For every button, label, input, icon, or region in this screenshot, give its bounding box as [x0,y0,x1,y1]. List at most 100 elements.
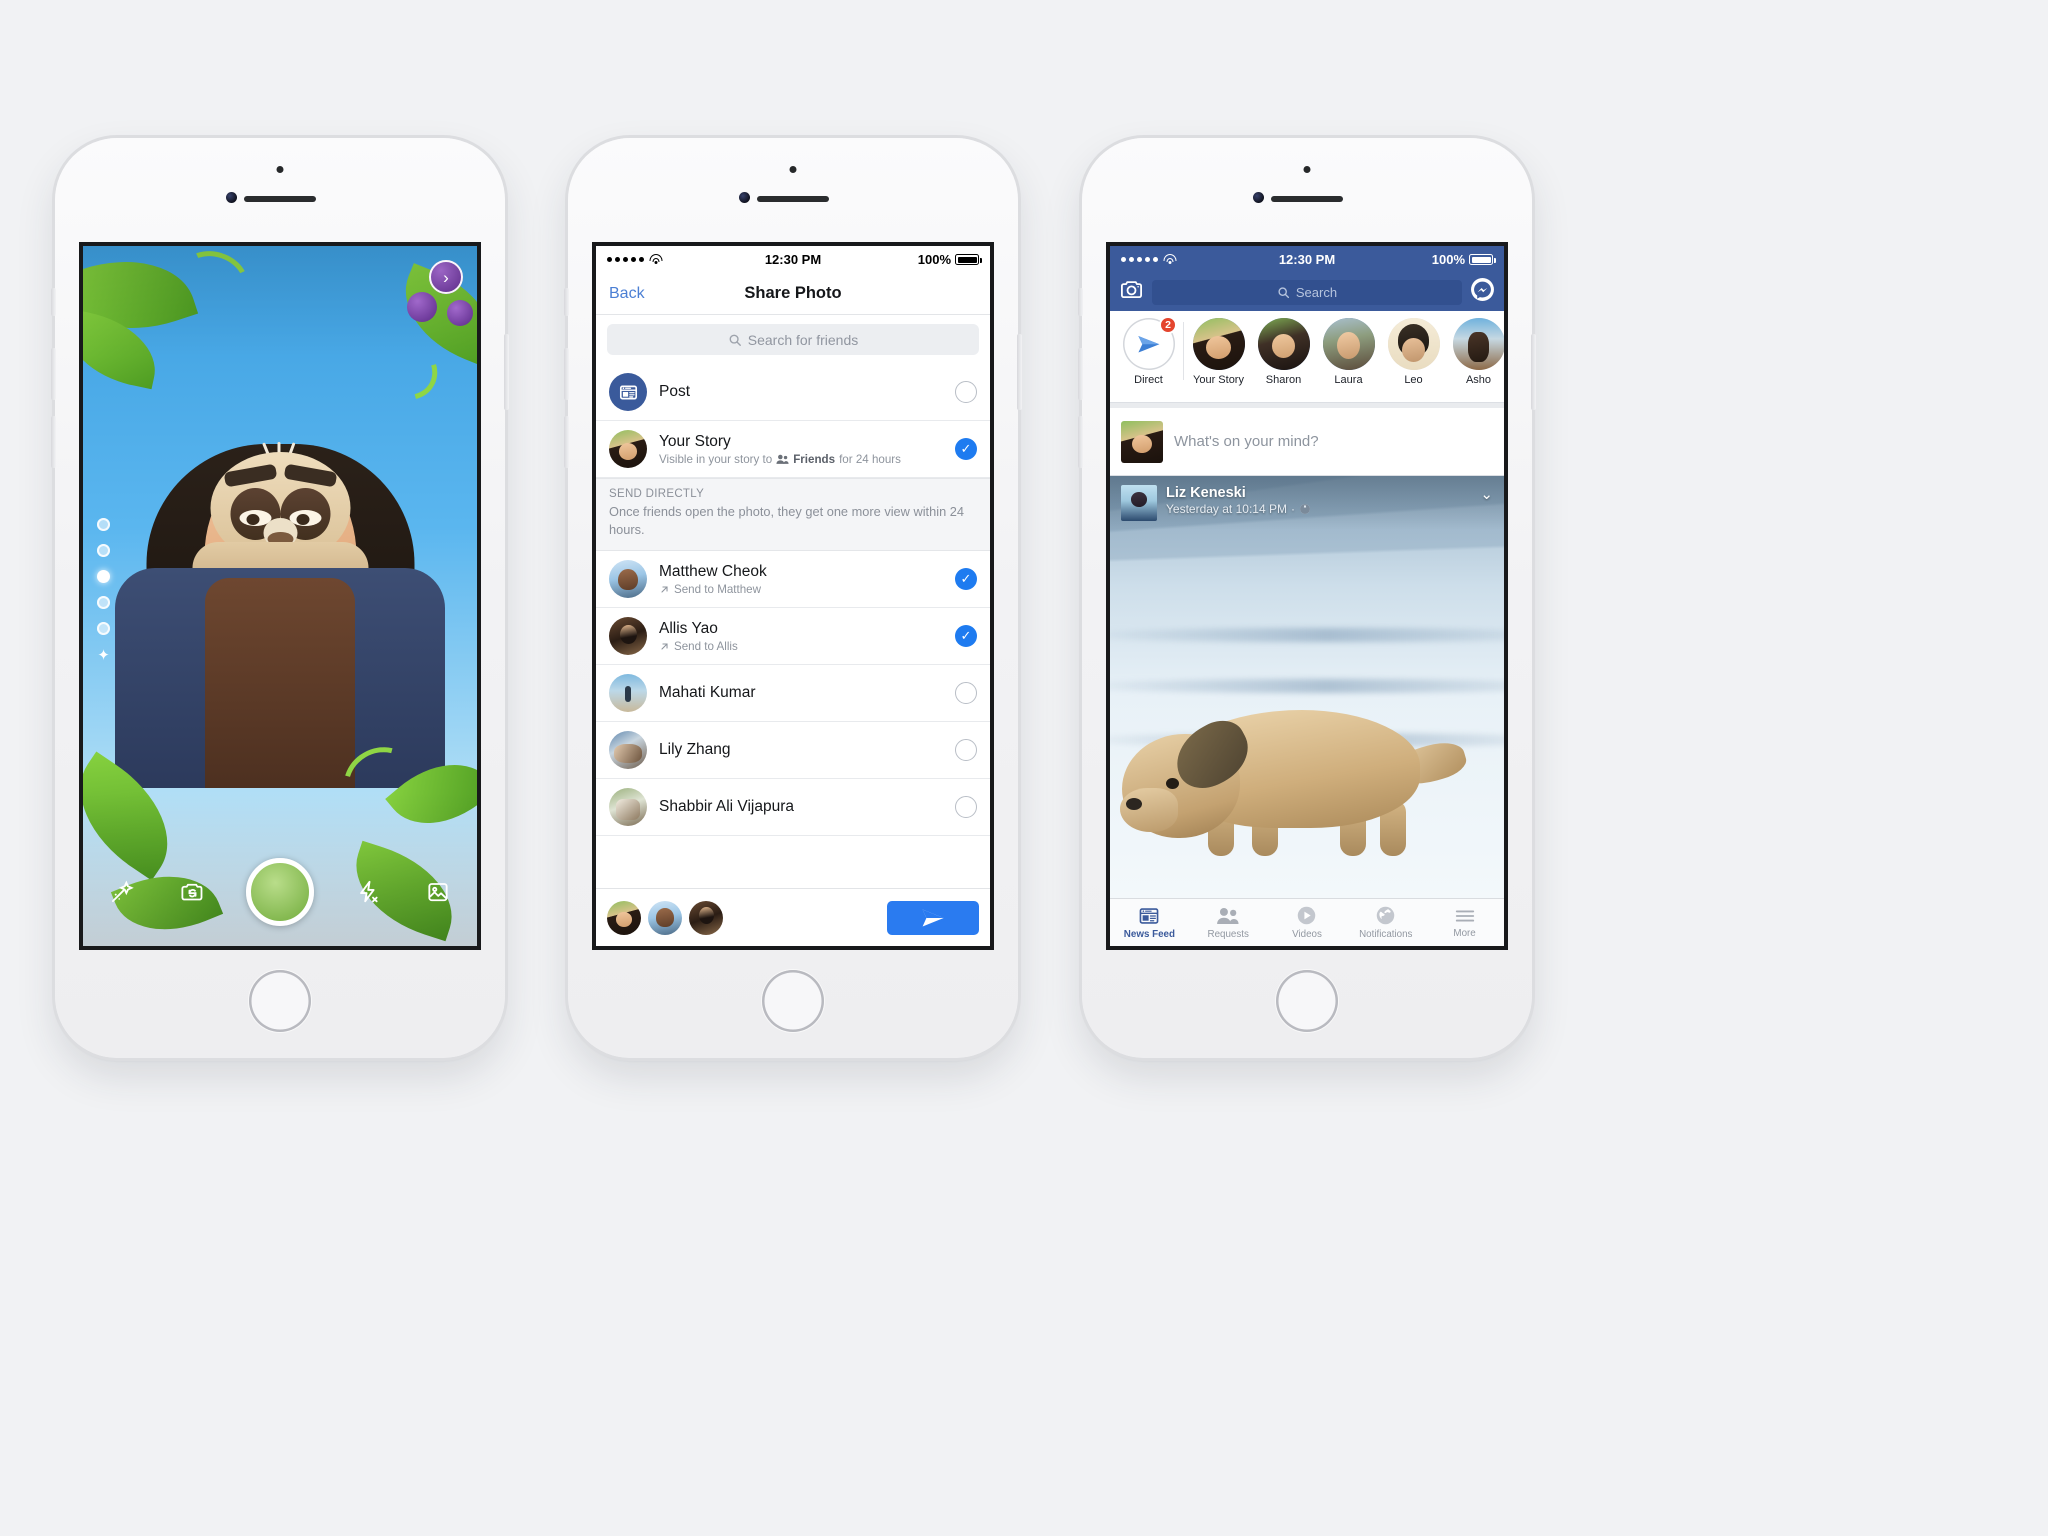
stories-divider [1183,322,1184,380]
gallery-icon[interactable] [421,875,455,909]
flip-camera-icon[interactable] [176,875,210,909]
silent-switch[interactable] [1078,288,1083,316]
recipient-avatar [689,900,723,935]
silent-switch[interactable] [51,288,56,316]
tab-requests[interactable]: Requests [1189,899,1268,946]
effect-dot-active[interactable] [97,570,110,583]
search-input[interactable]: Search for friends [607,324,979,355]
phone-device-feed: 12:30 PM 100% Search 2 Direct Your Story… [1078,134,1536,1062]
volume-down-button[interactable] [564,416,569,468]
avatar [609,731,647,770]
selection-circle-unselected[interactable] [955,739,977,762]
selection-circle-unselected[interactable] [955,796,977,819]
power-button[interactable] [1017,334,1022,410]
phone-device-camera: › ✦ [51,134,509,1062]
shutter-button[interactable] [246,858,314,926]
feed-post[interactable]: Liz Keneski Yesterday at 10:14 PM · ⌄ [1110,476,1504,898]
search-container: Search for friends [596,315,990,364]
volume-up-button[interactable] [1078,348,1083,400]
subtitle-prefix: Visible in your story to [659,452,773,466]
volume-down-button[interactable] [51,416,56,468]
search-icon [1278,286,1289,298]
selection-circle-selected[interactable]: ✓ [955,438,977,460]
section-description: Once friends open the photo, they get on… [609,504,964,538]
friend-row[interactable]: Mahati Kumar [596,665,990,723]
play-icon [1298,906,1316,925]
volume-up-button[interactable] [51,348,56,400]
section-title: SEND DIRECTLY [609,488,705,500]
earpiece-speaker [244,196,316,202]
viewfinder-vignette [83,246,477,946]
share-row-post[interactable]: Post [596,364,990,421]
selection-circle-unselected[interactable] [955,682,977,705]
home-button[interactable] [1276,970,1338,1032]
battery-icon [955,254,982,265]
tab-label: More [1453,927,1476,939]
search-input[interactable]: Search [1152,279,1462,305]
front-camera-lens [1253,192,1264,203]
tab-label: Requests [1207,928,1249,940]
story-item-your-story[interactable]: Your Story [1186,318,1251,386]
story-item-leo[interactable]: Leo [1381,318,1446,386]
avatar [609,788,647,827]
friend-row[interactable]: Matthew Cheok Send to Matthew ✓ [596,551,990,609]
home-button[interactable] [762,970,824,1032]
proximity-sensor [789,166,797,173]
share-row-your-story[interactable]: Your Story Visible in your story to Frie… [596,421,990,478]
camera-viewfinder [83,246,477,946]
friend-row[interactable]: Shabbir Ali Vijapura [596,779,990,837]
volume-down-button[interactable] [1078,416,1083,468]
tab-label: Videos [1292,929,1322,940]
globe-icon [1377,906,1395,925]
chevron-down-icon[interactable]: ⌄ [1480,485,1493,503]
story-label: Asho [1465,374,1492,386]
arrow-up-right-icon [661,586,668,593]
effect-dot[interactable] [97,622,110,635]
effect-dot[interactable] [97,596,110,609]
camera-icon[interactable] [1119,279,1144,306]
power-button[interactable] [1531,334,1536,410]
selection-circle-unselected[interactable] [955,381,977,403]
front-camera-lens [739,192,750,203]
story-item-direct[interactable]: 2 Direct [1116,316,1181,386]
share-row-subtitle: Visible in your story to Friends for 24 … [659,453,943,466]
friend-row[interactable]: Lily Zhang [596,722,990,780]
next-arrow-button[interactable]: › [429,260,463,294]
story-avatar-ring [1322,318,1375,370]
effect-carousel-indicators[interactable]: ✦ [97,518,110,663]
dog-muzzle [1120,788,1178,832]
friend-row[interactable]: Allis Yao Send to Allis ✓ [596,608,990,666]
tab-notifications[interactable]: Notifications [1346,899,1425,946]
tab-label: Notifications [1359,929,1413,940]
volume-up-button[interactable] [564,348,569,400]
story-item-ashok[interactable]: Asho [1446,318,1504,386]
stories-tray[interactable]: 2 Direct Your Story Sharon Laura Leo Ash… [1110,311,1504,403]
send-button[interactable] [887,900,979,935]
silent-switch[interactable] [564,288,569,316]
status-composer[interactable]: What's on your mind? [1110,408,1504,476]
magic-wand-icon[interactable] [105,875,139,909]
story-item-laura[interactable]: Laura [1316,318,1381,386]
camera-controls [83,854,477,930]
home-button[interactable] [249,970,311,1032]
messenger-icon[interactable] [1470,277,1495,307]
front-camera-lens [226,192,237,203]
sparkle-icon[interactable]: ✦ [97,648,110,663]
tab-more[interactable]: More [1425,899,1504,946]
story-item-sharon[interactable]: Sharon [1251,318,1316,386]
navigation-bar: Back Share Photo [596,273,990,315]
search-icon [729,334,741,346]
dog-subject [1120,641,1470,856]
tab-news-feed[interactable]: News Feed [1110,899,1189,946]
selection-circle-selected[interactable]: ✓ [955,568,977,591]
flash-off-icon[interactable] [351,875,385,909]
avatar [609,674,647,713]
selection-circle-selected[interactable]: ✓ [955,625,977,648]
effect-dot[interactable] [97,518,110,531]
avatar [1121,485,1157,521]
tab-videos[interactable]: Videos [1268,899,1347,946]
avatar [1121,420,1163,463]
effect-dot[interactable] [97,544,110,557]
friend-name: Shabbir Ali Vijapura [659,798,794,816]
power-button[interactable] [504,334,509,410]
